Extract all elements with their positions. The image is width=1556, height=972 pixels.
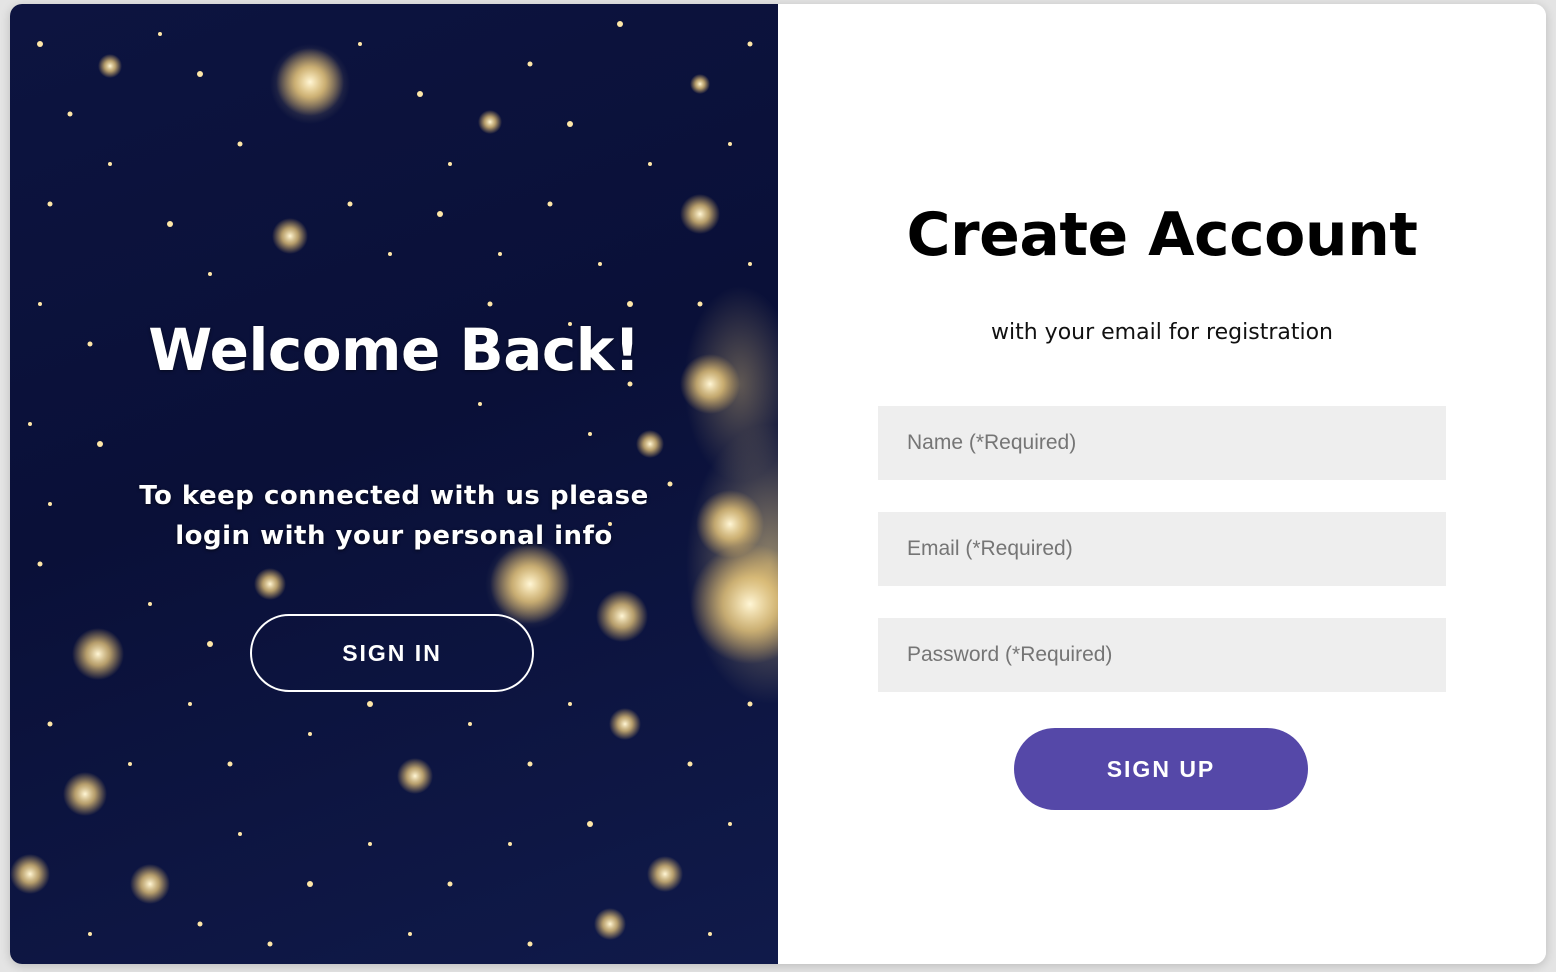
welcome-message: To keep connected with us please login w… xyxy=(139,481,649,551)
auth-card: Welcome Back! To keep connected with us … xyxy=(10,4,1546,964)
sign-up-form-panel: Create Account with your email for regis… xyxy=(778,4,1546,964)
sign-in-button[interactable]: SIGN IN xyxy=(250,614,534,692)
name-field[interactable] xyxy=(878,406,1446,480)
email-field[interactable] xyxy=(878,512,1446,586)
welcome-title: Welcome Back! xyxy=(148,316,640,384)
form-subtitle: with your email for registration xyxy=(991,320,1333,345)
page-title: Create Account xyxy=(906,200,1418,270)
welcome-content: Welcome Back! To keep connected with us … xyxy=(10,4,778,964)
password-field[interactable] xyxy=(878,618,1446,692)
welcome-overlay-panel: Welcome Back! To keep connected with us … xyxy=(10,4,778,964)
sign-up-button[interactable]: SIGN UP xyxy=(1014,728,1308,810)
